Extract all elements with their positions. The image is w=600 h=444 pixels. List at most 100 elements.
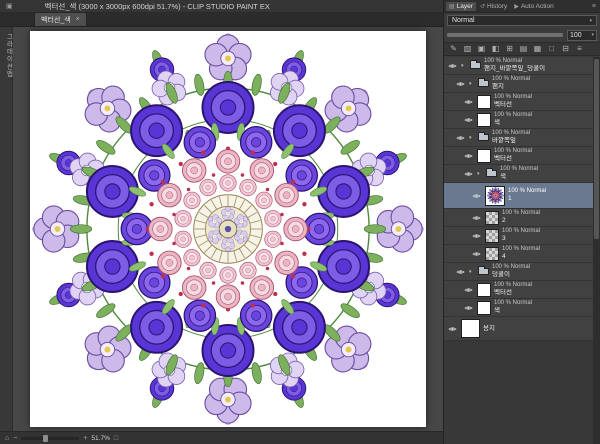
layer-thumbnail[interactable] (485, 247, 499, 261)
navigator-home-icon[interactable]: ⌂ (5, 435, 9, 442)
status-bar: ⌂ − + 51.7% □ (0, 431, 443, 444)
layer-row[interactable]: 100 % Normal벡터선 (444, 281, 593, 299)
layer-name: 덩쿨이 (492, 271, 530, 278)
layer-visibility-icon[interactable] (455, 135, 466, 141)
layer-row[interactable]: 100 % Normal벡터선 (444, 147, 593, 165)
layer-blend-info: 100 % Normal (494, 148, 532, 155)
tab-auto-action-label: Auto Action (521, 3, 554, 10)
clip-below-icon[interactable]: ◧ (489, 45, 502, 53)
layer-folder-row[interactable]: ▾100 % Normal팬지_바깥쪽잎_덩쿨이 (444, 57, 593, 75)
document-canvas[interactable] (30, 31, 426, 427)
layer-row[interactable]: 100 % Normal색 (444, 111, 593, 129)
layer-row[interactable]: 100 % Normal4 (444, 245, 593, 263)
fit-screen-icon[interactable]: □ (114, 435, 118, 442)
tab-layer[interactable]: ▤ Layer (446, 2, 476, 11)
layer-row[interactable]: 100 % Normal색 (444, 299, 593, 317)
zoom-slider[interactable] (21, 437, 79, 440)
layer-visibility-icon[interactable] (463, 117, 474, 123)
ruler-icon[interactable]: □ (545, 45, 558, 53)
zoom-slider-thumb[interactable] (43, 435, 48, 442)
draft-layer-icon[interactable]: ▤ (517, 45, 530, 53)
lock-alpha-icon[interactable]: ▣ (475, 45, 488, 53)
paper-layer-row[interactable]: 용지 (444, 317, 593, 341)
auto-action-tab-icon: ▶ (514, 3, 519, 10)
layer-visibility-icon[interactable] (463, 153, 474, 159)
folder-icon (470, 62, 481, 69)
gradient-map-palette-tab[interactable]: 그라데이션맵 (3, 33, 13, 78)
layer-row[interactable]: 100 % Normal3 (444, 227, 593, 245)
palette-tab-bar: ▤ Layer ↺ History ▶ Auto Action ≡ (444, 0, 600, 13)
lock-layer-icon[interactable]: ▧ (461, 45, 474, 53)
opacity-slider-fill (447, 33, 563, 37)
reference-layer-icon[interactable]: ⊞ (503, 45, 516, 53)
layer-toolbar: ✎▧▣◧⊞▤▦□⊟≡ (444, 42, 600, 56)
combo-arrow-icon: ▾ (589, 18, 592, 24)
layer-visibility-icon[interactable] (463, 171, 474, 177)
layer-visibility-icon[interactable] (455, 269, 466, 275)
layer-scrollbar[interactable] (593, 57, 600, 444)
layer-row[interactable]: 100 % Normal2 (444, 209, 593, 227)
opacity-arrow-icon: ▾ (591, 32, 594, 38)
layer-visibility-icon[interactable] (471, 233, 482, 239)
opacity-number: 100 (570, 32, 582, 39)
blend-mode-value: Normal (452, 17, 475, 24)
layer-thumbnail[interactable] (485, 186, 505, 206)
layer-visibility-icon[interactable] (471, 251, 482, 257)
opacity-slider[interactable] (447, 33, 563, 37)
layer-blend-info: 100 % Normal (492, 130, 530, 137)
zoom-value: 51.7% (91, 435, 109, 442)
folder-expand-icon[interactable]: ▾ (461, 63, 467, 69)
layer-visibility-icon[interactable] (463, 99, 474, 105)
mask-icon[interactable]: ▦ (531, 45, 544, 53)
document-tab[interactable]: 벡터선_색 × (34, 12, 87, 26)
layer-name: 용지 (483, 325, 495, 332)
tab-close-icon[interactable]: × (76, 16, 80, 23)
layer-scrollbar-thumb[interactable] (594, 59, 599, 239)
zoom-in-button[interactable]: + (83, 435, 87, 442)
edit-layer-icon[interactable]: ✎ (447, 45, 460, 53)
layer-row[interactable]: 100 % Normal벡터선 (444, 93, 593, 111)
two-pane-icon[interactable]: ⊟ (559, 45, 572, 53)
layer-folder-row[interactable]: ▾100 % Normal팬지 (444, 75, 593, 93)
clip-studio-window: ▣ 벡터선_색 (3000 x 3000px 600dpi 51.7%) - C… (0, 0, 600, 444)
layer-visibility-icon[interactable] (447, 326, 458, 332)
folder-expand-icon[interactable]: ▾ (469, 135, 475, 141)
layer-visibility-icon[interactable] (463, 305, 474, 311)
tab-history-label: History (487, 3, 507, 10)
layer-name: 3 (502, 235, 540, 242)
layer-visibility-icon[interactable] (455, 81, 466, 87)
opacity-value-box[interactable]: 100 ▾ (567, 30, 597, 41)
layer-visibility-icon[interactable] (471, 193, 482, 199)
layer-visibility-icon[interactable] (447, 63, 458, 69)
tab-history[interactable]: ↺ History (477, 2, 510, 11)
layer-thumbnail[interactable] (485, 211, 499, 225)
layer-folder-row[interactable]: ▾100 % Normal덩쿨이 (444, 263, 593, 281)
layer-folder-row[interactable]: ▾100 % Normal바깥쪽잎 (444, 129, 593, 147)
layer-visibility-icon[interactable] (463, 287, 474, 293)
layer-thumbnail[interactable] (477, 149, 491, 163)
layer-thumbnail[interactable] (477, 95, 491, 109)
layer-folder-row[interactable]: ▾100 % Normal색 (444, 165, 593, 183)
layer-row[interactable]: 100 % Normal1 (444, 183, 593, 209)
layer-thumbnail[interactable] (485, 229, 499, 243)
layer-thumbnail[interactable] (477, 113, 491, 127)
layer-thumbnail[interactable] (477, 301, 491, 315)
layer-name: 벡터선 (494, 155, 532, 162)
layer-name: 4 (502, 253, 540, 260)
layer-thumbnail[interactable] (477, 283, 491, 297)
left-dock: 그라데이션맵 (0, 27, 13, 431)
folder-expand-icon[interactable]: ▾ (469, 81, 475, 87)
folder-icon (478, 268, 489, 275)
layer-visibility-icon[interactable] (471, 215, 482, 221)
folder-expand-icon[interactable]: ▾ (477, 171, 483, 177)
palette-menu-icon[interactable]: ≡ (592, 3, 598, 10)
layer-name: 팬지_바깥쪽잎_덩쿨이 (484, 65, 545, 72)
layer-thumbnail[interactable] (461, 319, 480, 338)
layer-name: 팬지 (492, 83, 530, 90)
app-icon: ▣ (6, 2, 13, 10)
tab-auto-action[interactable]: ▶ Auto Action (511, 2, 557, 11)
blend-mode-select[interactable]: Normal ▾ (447, 15, 597, 26)
palette-settings-icon[interactable]: ≡ (573, 45, 586, 53)
folder-expand-icon[interactable]: ▾ (469, 269, 475, 275)
zoom-out-button[interactable]: − (13, 435, 17, 442)
